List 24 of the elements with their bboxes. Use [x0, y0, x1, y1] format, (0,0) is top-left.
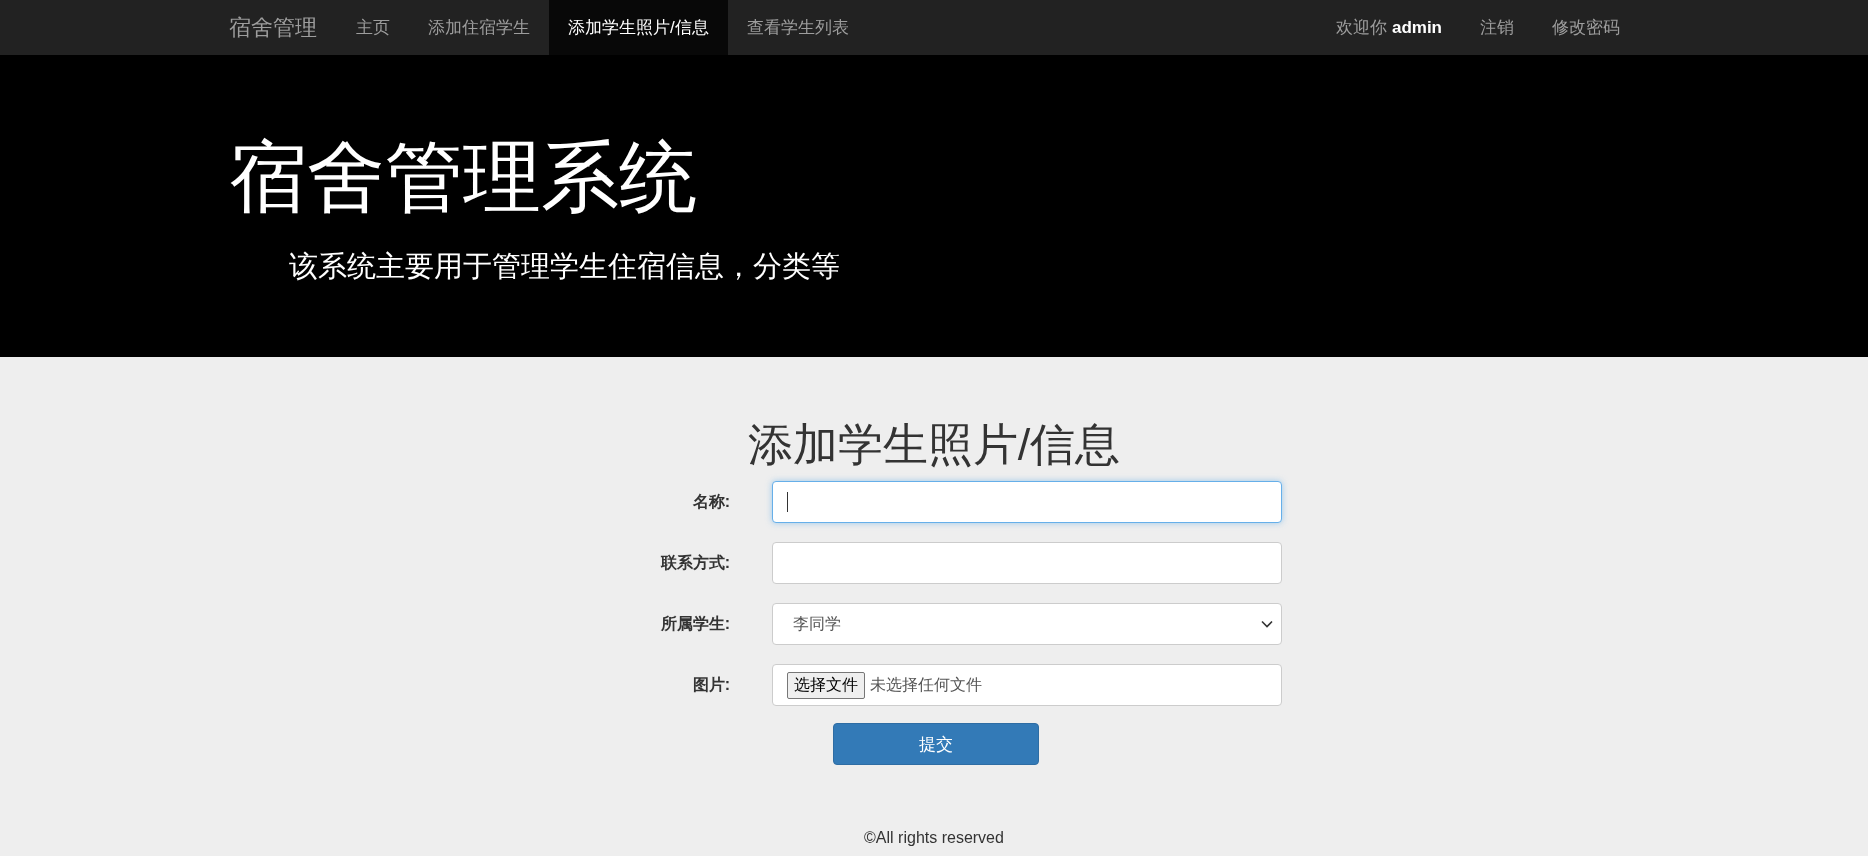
nav-link[interactable]: 查看学生列表 — [727, 0, 868, 55]
nav-link[interactable]: 主页 — [337, 0, 409, 55]
nav-link[interactable]: 添加住宿学生 — [409, 0, 549, 55]
field-label: 联系方式: — [659, 552, 731, 573]
choose-file-button[interactable]: 选择文件 — [787, 671, 865, 699]
field-label: 所属学生: — [659, 613, 731, 634]
hero-title: 宿舍管理系统 — [229, 135, 698, 221]
nav-link[interactable]: 添加学生照片/信息 — [549, 0, 728, 55]
select-field[interactable]: 李同学 — [772, 603, 1282, 645]
chevron-down-icon — [1261, 620, 1273, 628]
file-status: 未选择任何文件 — [870, 674, 982, 695]
submit-button[interactable]: 提交 — [833, 723, 1039, 765]
nav-link[interactable]: 注销 — [1461, 0, 1533, 55]
nav-link[interactable]: 修改密码 — [1533, 0, 1639, 55]
brand-link[interactable]: 宿舍管理 — [229, 0, 337, 55]
form-title: 添加学生照片/信息 — [747, 418, 1121, 472]
input-field[interactable] — [772, 481, 1282, 523]
hero-subtitle: 该系统主要用于管理学生住宿信息，分类等 — [289, 248, 841, 284]
field-label: 图片: — [691, 674, 731, 695]
input-field[interactable] — [772, 542, 1282, 584]
welcome-text: 欢迎你 admin — [1335, 16, 1443, 39]
file-field[interactable]: 选择文件 未选择任何文件 — [772, 664, 1282, 706]
footer-text: ©All rights reserved — [864, 829, 1004, 847]
field-label: 名称: — [691, 491, 731, 512]
